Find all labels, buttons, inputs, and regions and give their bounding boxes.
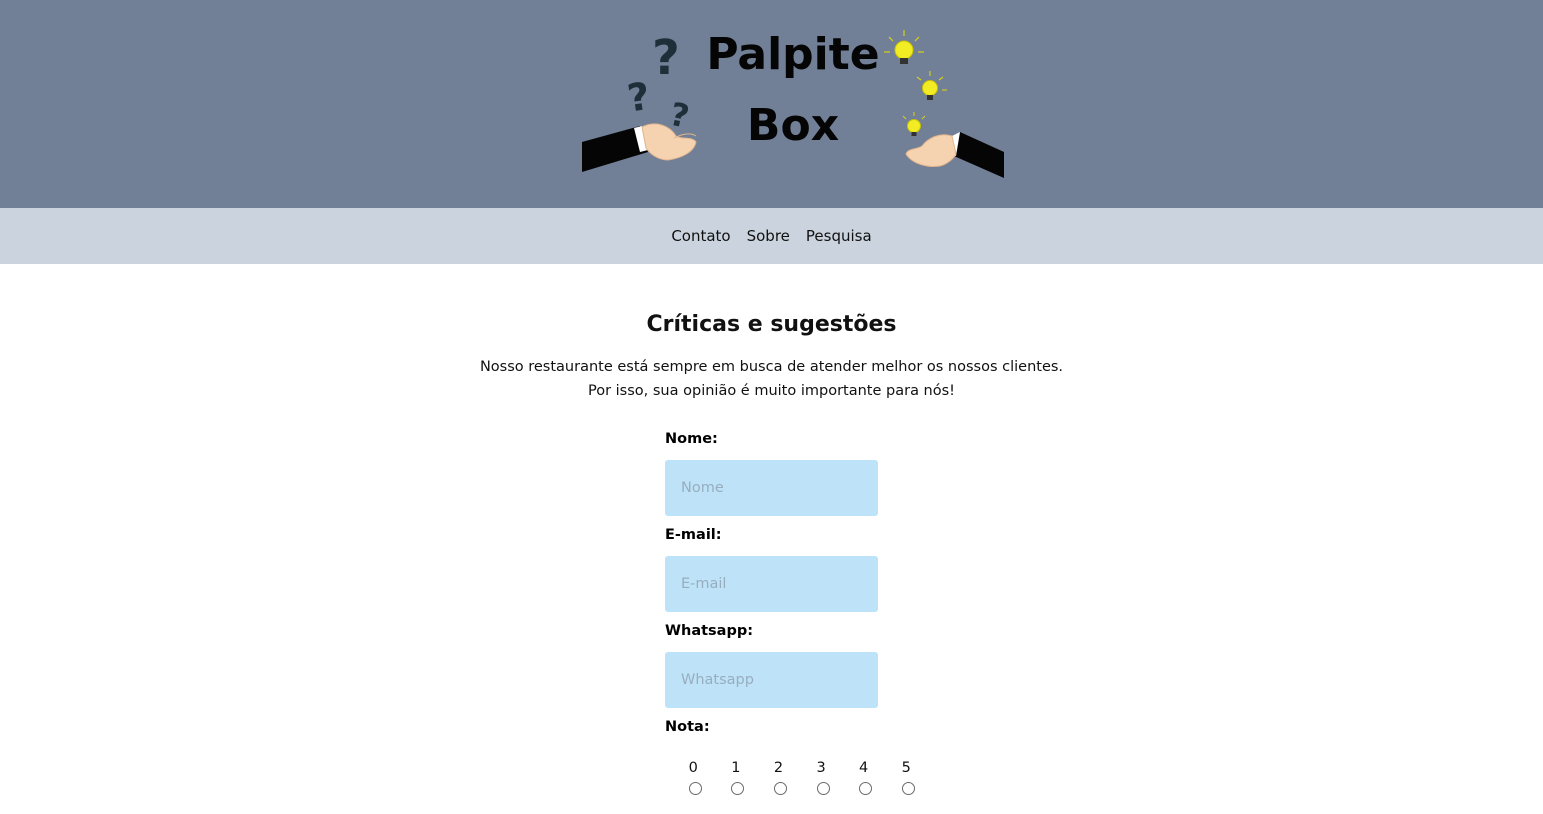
- email-input[interactable]: [665, 556, 878, 612]
- question-mark-icon: ? ? ?: [625, 30, 693, 136]
- svg-text:?: ?: [625, 74, 653, 121]
- rating-radio-4[interactable]: [859, 782, 873, 795]
- intro-text-line1: Nosso restaurante está sempre em busca d…: [479, 359, 1064, 375]
- nav-link-sobre[interactable]: Sobre: [747, 227, 790, 245]
- rating-radio-5[interactable]: [901, 782, 915, 795]
- name-input[interactable]: [665, 460, 878, 516]
- whatsapp-label: Whatsapp:: [665, 623, 754, 639]
- main-nav: Contato Sobre Pesquisa: [0, 208, 1543, 264]
- rating-radio-1[interactable]: [731, 782, 745, 795]
- rating-option-5: 5: [885, 760, 928, 795]
- name-label: Nome:: [665, 431, 718, 447]
- site-header: ? ? ? Palpite Box: [0, 0, 1543, 208]
- rating-number: 3: [816, 760, 826, 776]
- logo-title-line2: Box: [746, 100, 840, 151]
- right-hand-icon: [905, 132, 1004, 178]
- palpite-box-logo[interactable]: ? ? ? Palpite Box: [578, 14, 1008, 186]
- nav-link-pesquisa[interactable]: Pesquisa: [806, 227, 872, 245]
- rating-number: 4: [859, 760, 869, 776]
- svg-text:?: ?: [666, 95, 692, 136]
- light-bulb-icon: [884, 30, 947, 136]
- rating-option-4: 4: [842, 760, 885, 795]
- rating-option-3: 3: [800, 760, 843, 795]
- rating-number: 1: [731, 760, 741, 776]
- main-content: Críticas e sugestões Nosso restaurante e…: [0, 264, 1543, 814]
- rating-radio-2[interactable]: [773, 782, 787, 795]
- rating-number: 5: [901, 760, 911, 776]
- rating-options: 0 1 2 3 4 5: [672, 760, 928, 795]
- svg-text:?: ?: [652, 30, 680, 86]
- rating-option-2: 2: [757, 760, 800, 795]
- rating-number: 2: [773, 760, 784, 776]
- page-title: Críticas e sugestões: [646, 312, 897, 337]
- rating-radio-3[interactable]: [816, 782, 830, 795]
- rating-radio-0[interactable]: [688, 782, 702, 795]
- email-label: E-mail:: [665, 527, 722, 543]
- rating-label: Nota:: [665, 719, 710, 735]
- intro-text-line2: Por isso, sua opinião é muito importante…: [587, 383, 955, 399]
- whatsapp-input[interactable]: [665, 652, 878, 708]
- rating-option-0: 0: [672, 760, 715, 795]
- logo-title-line1: Palpite: [706, 29, 880, 80]
- rating-option-1: 1: [715, 760, 758, 795]
- rating-number: 0: [688, 760, 698, 776]
- nav-link-contato[interactable]: Contato: [671, 227, 730, 245]
